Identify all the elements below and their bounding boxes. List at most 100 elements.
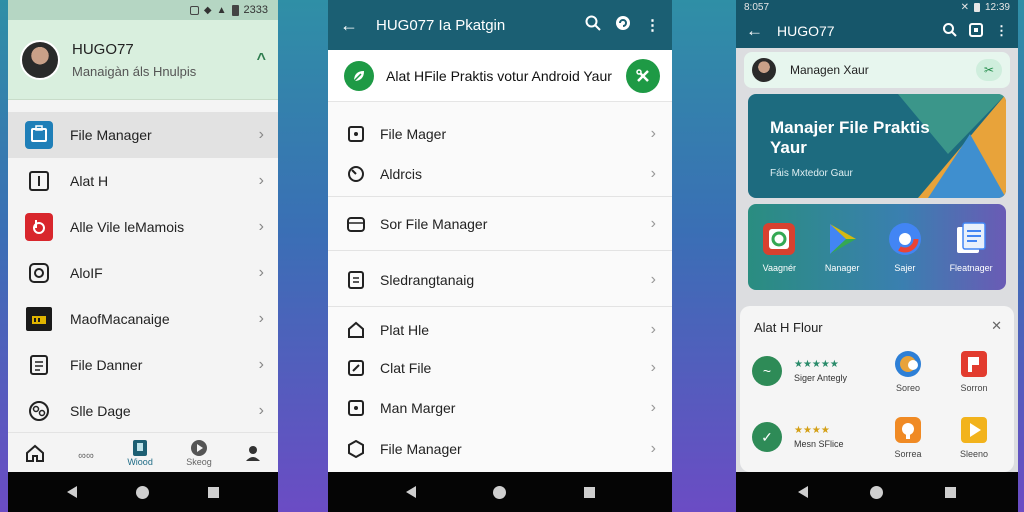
list-item-label: Sor File Manager — [380, 216, 488, 232]
tab-profile[interactable] — [245, 445, 261, 461]
list-item-man-marger[interactable]: Man Marger › — [328, 396, 672, 420]
list-item-clat-file[interactable]: Clat File › — [328, 356, 672, 380]
phone-list: ← HUG077 Ia Pkatgin ⋮ Alat HFile Praktis… — [328, 0, 672, 512]
hero-banner[interactable]: Alat HFile Praktis votur Android Yaur — [328, 50, 672, 102]
tools-icon[interactable]: ✂ — [976, 59, 1002, 81]
chevron-right-icon: › — [258, 264, 264, 281]
check-icon: ✓ — [752, 422, 782, 452]
divider — [328, 250, 672, 251]
chevron-right-icon: › — [258, 218, 264, 235]
search-icon[interactable] — [943, 22, 957, 40]
list-item-sledrangtanaig[interactable]: Sledrangtanaig › — [328, 268, 672, 292]
home-button-icon[interactable] — [136, 485, 149, 499]
orange-app-icon — [895, 417, 921, 443]
more-options-icon[interactable]: ⋮ — [645, 16, 660, 34]
menu-item-label: Alle Vile leMamois — [70, 219, 185, 235]
app-sajer[interactable]: Sajer — [887, 221, 923, 273]
tab-infinity[interactable]: ∞∞ — [78, 444, 94, 462]
menu-item-alle-vile[interactable]: Alle Vile leMamois › — [8, 204, 278, 250]
recents-icon[interactable] — [583, 486, 595, 498]
back-icon[interactable] — [405, 486, 416, 498]
app-nanager[interactable]: Nanager — [824, 221, 860, 273]
promo-banner[interactable]: Manajer File Praktis Yaur Fáis Mxtedor G… — [748, 94, 1006, 198]
system-nav-bar — [736, 472, 1018, 512]
home-button-icon[interactable] — [493, 485, 506, 499]
folder-icon — [133, 439, 148, 456]
app-fleatnager[interactable]: Fleatnager — [950, 221, 993, 273]
home-button-icon[interactable] — [870, 485, 883, 499]
app-sorrea[interactable]: Sorrea — [882, 415, 934, 459]
menu-item-alat-h[interactable]: Alat H › — [8, 158, 278, 204]
play-icon — [830, 224, 857, 254]
app-sorron[interactable]: Sorron — [948, 349, 1000, 393]
profile-header[interactable]: HUGO77 Manaigàn áls Hnulpis ^ — [8, 20, 278, 100]
row-text: Siger Antegly — [794, 373, 848, 383]
phone-dashboard: 8:057 ✕ 12:39 ← HUGO77 ⋮ Managen Xaur ✂ … — [736, 0, 1018, 512]
divider — [328, 306, 672, 307]
card-row[interactable]: ~ ★★★★★ Siger Antegly Soreo Sorron — [752, 348, 1002, 394]
chevron-right-icon: › — [650, 165, 656, 182]
rating-stars: ★★★★★ — [794, 359, 839, 370]
status-time: 2333 — [243, 4, 268, 16]
recents-icon[interactable] — [945, 486, 956, 498]
menu-item-maofmacanaige[interactable]: MaofMacanaige › — [8, 296, 278, 342]
profile-label: Managen Xaur — [790, 63, 869, 77]
home-icon — [25, 444, 44, 462]
battery-icon — [231, 4, 239, 16]
card-row[interactable]: ✓ ★★★★ Mesn SFlice Sorrea Sleeno — [752, 414, 1002, 460]
chevron-right-icon: › — [650, 271, 656, 288]
home-outline-icon — [346, 320, 366, 340]
row-text: Mesn SFlice — [794, 439, 844, 449]
menu-item-file-manager[interactable]: File Manager › — [8, 112, 278, 158]
tab-wiood[interactable]: Wiood — [127, 439, 153, 467]
folder-outline-icon — [346, 214, 366, 234]
circle-scatter-icon — [24, 396, 54, 426]
menu-item-slle-dage[interactable]: Slle Dage › — [8, 388, 278, 434]
menu-item-file-danner[interactable]: File Danner › — [8, 342, 278, 388]
list-item-plat-hle[interactable]: Plat Hle › — [328, 318, 672, 342]
tools-fab-button[interactable] — [626, 58, 660, 93]
back-icon[interactable] — [798, 486, 808, 498]
back-icon[interactable] — [67, 486, 77, 498]
tab-skeog[interactable]: Skeog — [186, 439, 212, 467]
screen-icon[interactable] — [969, 22, 983, 40]
chevron-right-icon: › — [258, 310, 264, 327]
hexagon-icon — [346, 439, 366, 459]
square-dot-icon — [346, 398, 366, 418]
app-bar: ← HUG077 Ia Pkatgin ⋮ — [328, 0, 672, 50]
menu-item-aloif[interactable]: AloIF › — [8, 250, 278, 296]
compass-icon — [191, 439, 208, 456]
tab-label: Wiood — [127, 456, 153, 467]
list-item-file-mager[interactable]: File Mager › — [328, 122, 672, 146]
list-item-label: Plat Hle — [380, 322, 430, 338]
more-options-icon[interactable]: ⋮ — [995, 23, 1008, 39]
wifi-icon: ◆ — [203, 4, 212, 16]
drawer-menu: File Manager › Alat H › Alle Vile leMamo… — [8, 112, 278, 434]
list-item-file-manager[interactable]: File Manager › — [328, 437, 672, 461]
app-shortcuts: Vaagnér Nanager Sajer Fleatnager — [748, 204, 1006, 290]
back-arrow-icon[interactable]: ← — [340, 15, 358, 36]
app-soreo[interactable]: Soreo — [882, 349, 934, 393]
chevron-up-icon[interactable]: ^ — [257, 51, 266, 69]
tab-home[interactable] — [25, 444, 45, 462]
back-arrow-icon[interactable]: ← — [746, 21, 763, 41]
battery-icon — [973, 2, 980, 12]
search-icon[interactable] — [585, 15, 601, 35]
chevron-right-icon: › — [258, 172, 264, 189]
briefcase-icon — [24, 120, 54, 150]
list-item-sor-file-manager[interactable]: Sor File Manager › — [328, 212, 672, 236]
app-title: HUG077 Ia Pkatgin — [376, 16, 506, 34]
recents-icon[interactable] — [208, 486, 219, 498]
close-icon[interactable]: ✕ — [991, 318, 1002, 334]
app-sleeno[interactable]: Sleeno — [948, 415, 1000, 459]
bottom-navigation: ∞∞ Wiood Skeog — [8, 432, 278, 472]
person-icon — [246, 445, 261, 461]
app-vaagner[interactable]: Vaagnér — [761, 221, 797, 273]
docs-icon — [957, 222, 986, 253]
refresh-icon[interactable] — [615, 15, 631, 35]
list-item-aldrcis[interactable]: Aldrcis › — [328, 162, 672, 186]
chevron-right-icon: › — [650, 215, 656, 232]
list-item-label: Man Marger — [380, 400, 456, 416]
profile-subtitle: Manaigàn áls Hnulpis — [72, 63, 197, 79]
profile-card[interactable]: Managen Xaur ✂ — [744, 52, 1010, 88]
